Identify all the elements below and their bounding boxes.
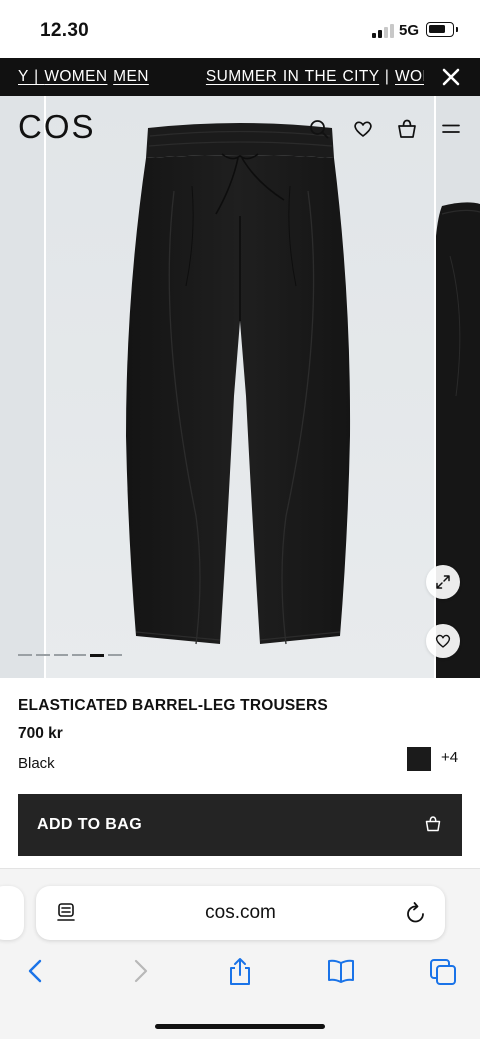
- selected-color: Black: [18, 755, 55, 772]
- product-image[interactable]: [46, 96, 434, 678]
- search-icon[interactable]: [308, 118, 330, 140]
- pagination-dot[interactable]: [108, 654, 122, 656]
- pagination-dot[interactable]: [54, 654, 68, 656]
- promo-campaign-link[interactable]: SUMMER IN THE CITY: [206, 68, 379, 85]
- more-colors-link[interactable]: +4: [441, 749, 458, 766]
- promo-link-men[interactable]: MEN: [113, 68, 149, 85]
- status-time: 12.30: [40, 20, 90, 41]
- network-type: 5G: [399, 22, 420, 39]
- shopping-bag-icon: [424, 815, 442, 836]
- forward-icon[interactable]: [126, 957, 154, 985]
- promo-separator: |: [379, 68, 396, 85]
- add-to-bag-button[interactable]: ADD TO BAG: [18, 794, 462, 856]
- add-to-bag-label: ADD TO BAG: [37, 816, 143, 833]
- browser-toolbar: cos.com: [0, 868, 480, 1039]
- bookmarks-icon[interactable]: [326, 957, 354, 985]
- pagination-dot[interactable]: [36, 654, 50, 656]
- reload-icon[interactable]: [405, 901, 427, 930]
- close-icon[interactable]: [440, 66, 462, 88]
- heart-icon[interactable]: [352, 118, 374, 140]
- promo-link-women-repeat[interactable]: WOMI: [395, 68, 424, 85]
- home-indicator: [155, 1024, 325, 1029]
- cellular-signal-icon: [372, 24, 394, 38]
- address-bar[interactable]: cos.com: [36, 886, 445, 940]
- status-bar: 12.30 5G: [0, 0, 480, 58]
- gallery-prev-image[interactable]: [0, 96, 44, 678]
- product-price: 700 kr: [18, 725, 63, 742]
- promo-marquee: Y | WOMEN MEN SUMMER IN THE CITY | WOMI: [0, 58, 424, 96]
- brand-logo[interactable]: COS: [18, 108, 96, 146]
- promo-link-partial[interactable]: Y |: [18, 68, 44, 85]
- promo-link-women[interactable]: WOMEN: [44, 68, 107, 85]
- promo-banner: Y | WOMEN MEN SUMMER IN THE CITY | WOMI: [0, 58, 480, 96]
- menu-icon[interactable]: [440, 118, 462, 140]
- back-icon[interactable]: [22, 957, 50, 985]
- pagination-dot[interactable]: [18, 654, 32, 656]
- tabs-icon[interactable]: [428, 957, 456, 985]
- share-icon[interactable]: [226, 957, 254, 985]
- url-text[interactable]: cos.com: [36, 902, 445, 924]
- pagination-dot-active[interactable]: [90, 653, 104, 657]
- previous-tab-preview[interactable]: [0, 886, 24, 940]
- shopping-bag-icon[interactable]: [396, 118, 418, 140]
- expand-icon[interactable]: [426, 565, 460, 599]
- product-gallery[interactable]: COS: [0, 96, 480, 678]
- product-title: ELASTICATED BARREL-LEG TROUSERS: [18, 697, 328, 714]
- trousers-image: [126, 123, 351, 645]
- gallery-divider: [44, 96, 46, 678]
- pagination-dot[interactable]: [72, 654, 86, 656]
- color-swatch-black[interactable]: [407, 747, 431, 771]
- wishlist-heart-icon[interactable]: [426, 624, 460, 658]
- battery-icon: [426, 22, 458, 37]
